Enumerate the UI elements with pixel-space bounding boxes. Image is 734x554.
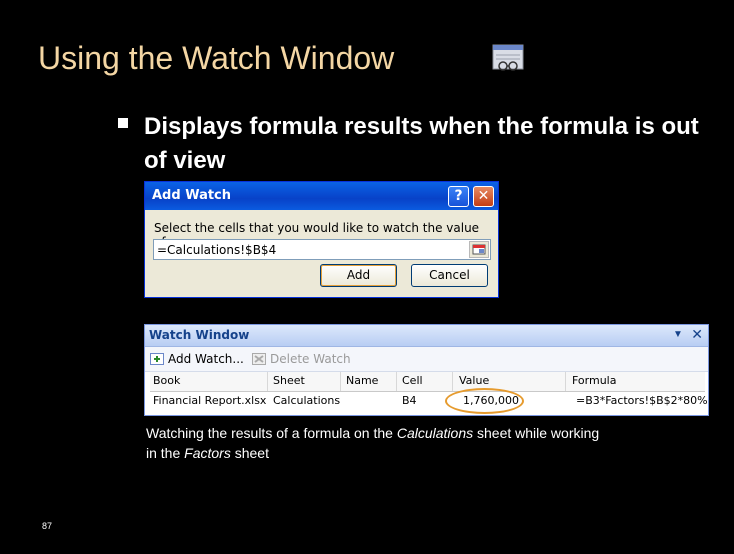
column-header-cell[interactable]: Cell (402, 374, 423, 387)
cell-sheet: Calculations (273, 394, 341, 407)
add-button[interactable]: Add (320, 264, 397, 287)
column-header-formula[interactable]: Formula (572, 374, 616, 387)
column-header-name[interactable]: Name (346, 374, 378, 387)
cell-formula: =B3*Factors!$B$2*80% (576, 394, 708, 407)
watch-grid: Book Sheet Name Cell Value Formula Finan… (150, 372, 708, 411)
caption-text-1: Watching the results of a formula on the (146, 425, 397, 441)
delete-watch-icon (252, 353, 266, 365)
add-watch-dialog: Add Watch ? ✕ Select the cells that you … (144, 181, 499, 298)
add-watch-label: Add Watch... (168, 352, 244, 366)
caption-sheet-factors: Factors (184, 445, 231, 461)
dialog-title: Add Watch (152, 188, 232, 203)
caption-text-3: sheet (230, 445, 269, 461)
watch-window: Watch Window ▼ ✕ Add Watch... Delete Wat… (144, 324, 709, 416)
watch-window-toolbar: Add Watch... Delete Watch (145, 347, 708, 372)
column-header-value[interactable]: Value (459, 374, 489, 387)
close-button[interactable]: ✕ (473, 186, 494, 207)
delete-watch-button[interactable]: Delete Watch (252, 352, 351, 366)
add-watch-button[interactable]: Add Watch... (150, 352, 244, 366)
page-number: 87 (42, 521, 53, 531)
dialog-titlebar[interactable]: Add Watch ? ✕ (145, 182, 498, 210)
help-button[interactable]: ? (448, 186, 469, 207)
slide-title: Using the Watch Window (38, 40, 395, 76)
chevron-down-icon[interactable]: ▼ (673, 329, 685, 341)
watch-window-close-button[interactable]: ✕ (691, 327, 703, 343)
delete-watch-label: Delete Watch (270, 352, 351, 366)
collapse-dialog-icon[interactable] (469, 241, 489, 258)
bullet-marker (118, 118, 128, 128)
column-header-sheet[interactable]: Sheet (273, 374, 305, 387)
watch-grid-header: Book Sheet Name Cell Value Formula (150, 372, 705, 392)
column-header-book[interactable]: Book (153, 374, 180, 387)
table-row[interactable]: Financial Report.xlsx Calculations B4 1,… (150, 392, 708, 411)
watch-window-titlebar[interactable]: Watch Window ▼ ✕ (145, 325, 708, 347)
watch-window-icon (492, 44, 524, 74)
watch-window-title: Watch Window (149, 328, 250, 342)
bullet-text: Displays formula results when the formul… (144, 113, 699, 174)
caption: Watching the results of a formula on the… (146, 423, 606, 463)
cancel-button[interactable]: Cancel (411, 264, 488, 287)
cell-reference-input[interactable]: =Calculations!$B$4 (153, 239, 491, 260)
cell-address: B4 (402, 394, 417, 407)
caption-sheet-calculations: Calculations (396, 425, 474, 441)
value-highlight-circle (445, 388, 524, 414)
add-watch-icon (150, 353, 164, 365)
cell-book: Financial Report.xlsx (153, 394, 267, 407)
cell-reference-value: =Calculations!$B$4 (157, 243, 277, 257)
